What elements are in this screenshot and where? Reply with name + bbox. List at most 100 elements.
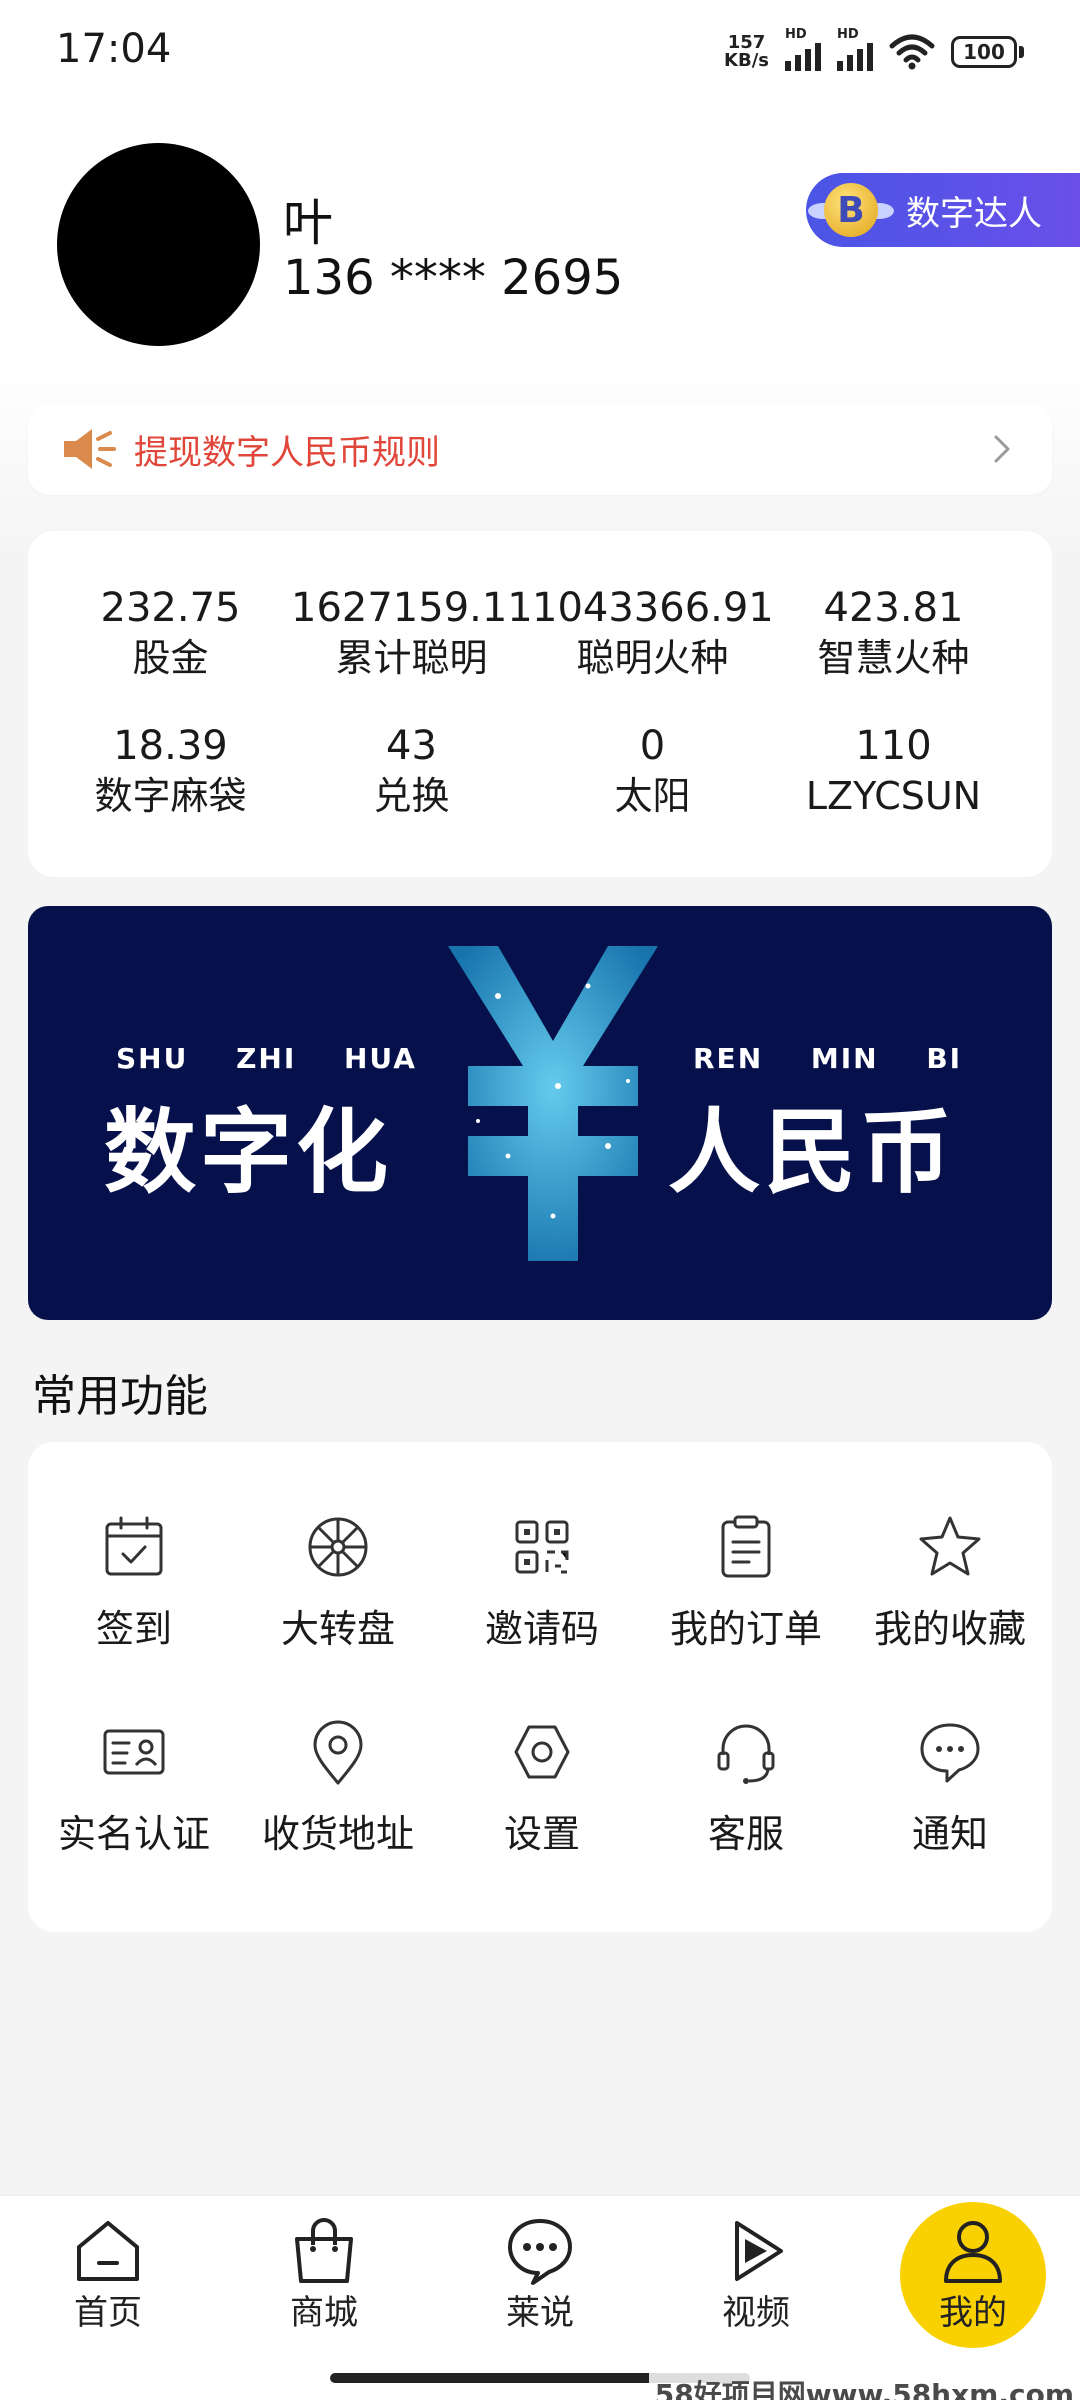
stat-label: LZYCSUN xyxy=(805,774,982,818)
level-badge[interactable]: B 数字达人 xyxy=(806,173,1080,247)
user-phone: 136 **** 2695 xyxy=(283,250,624,306)
stat-item[interactable]: 232.75 股金 xyxy=(50,583,291,683)
function-label: 客服 xyxy=(707,1812,784,1856)
stat-item[interactable]: 110 LZYCSUN xyxy=(773,721,1014,821)
network-speed-unit: KB/s xyxy=(724,50,769,71)
function-label: 邀请码 xyxy=(484,1607,599,1651)
signal-icon: HD xyxy=(785,27,821,71)
user-name: 叶 xyxy=(283,194,333,252)
signal-hd-label: HD xyxy=(837,27,859,42)
banner-right-title: 人民币 xyxy=(668,1099,957,1206)
avatar[interactable] xyxy=(57,143,260,346)
signal-hd-label: HD xyxy=(785,27,807,42)
stat-item[interactable]: 18.39 数字麻袋 xyxy=(50,721,291,821)
stat-value: 110 xyxy=(855,723,932,769)
badge-label: 数字达人 xyxy=(906,193,1042,234)
id-card-icon xyxy=(103,1729,165,1775)
stat-label: 股金 xyxy=(132,636,209,680)
function-label: 实名认证 xyxy=(57,1812,210,1856)
function-label: 我的订单 xyxy=(669,1607,822,1651)
chat-icon xyxy=(508,2219,572,2285)
home-icon xyxy=(77,2221,139,2281)
asset-stats-grid: 232.75 股金 1627159.11 累计聪明 1043366.91 聪明火种 4… xyxy=(50,583,1014,821)
withdraw-rules-notice[interactable]: 提现数字人民币规则 xyxy=(28,403,1052,495)
nav-mine[interactable]: 我的 xyxy=(903,2215,1043,2334)
banner-left-title: 数字化 xyxy=(104,1099,393,1206)
headset-icon xyxy=(717,1724,775,1784)
function-settings[interactable]: 设置 xyxy=(440,1715,644,1858)
user-icon xyxy=(944,2221,1002,2283)
stat-label: 数字麻袋 xyxy=(94,774,247,818)
function-label: 我的收藏 xyxy=(873,1607,1026,1651)
stat-item[interactable]: 0 太阳 xyxy=(532,721,773,821)
stat-item[interactable]: 1043366.91 聪明火种 xyxy=(532,583,774,683)
chevron-right-icon xyxy=(994,435,1010,463)
stat-label: 累计聪明 xyxy=(335,636,488,680)
stat-value: 423.81 xyxy=(823,585,964,631)
stat-value: 18.39 xyxy=(113,723,228,769)
stat-value: 232.75 xyxy=(100,585,241,631)
nav-label: 我的 xyxy=(939,2293,1007,2333)
function-wheel[interactable]: 大转盘 xyxy=(236,1510,440,1653)
stat-item[interactable]: 423.81 智慧火种 xyxy=(773,583,1014,683)
stat-label: 兑换 xyxy=(373,774,450,818)
speaker-icon xyxy=(64,429,116,469)
function-customer-service[interactable]: 客服 xyxy=(644,1715,848,1858)
battery-level: 100 xyxy=(951,36,1017,68)
function-my-orders[interactable]: 我的订单 xyxy=(644,1510,848,1653)
common-functions-panel: 签到 大转盘 邀请码 我的订单 我的收藏 实名认证 收货地址 设置 客服 通知 xyxy=(28,1442,1052,1932)
hexagon-settings-icon xyxy=(514,1725,570,1779)
banner-left-pinyin: SHU ZHI HUA xyxy=(116,1042,417,1075)
wheel-icon xyxy=(308,1517,368,1577)
common-functions-grid: 签到 大转盘 邀请码 我的订单 我的收藏 实名认证 收货地址 设置 客服 通知 xyxy=(32,1510,1052,1858)
chat-bubble-icon xyxy=(920,1723,980,1783)
nav-home[interactable]: 首页 xyxy=(38,2215,178,2334)
nav-talk[interactable]: 莱说 xyxy=(470,2215,610,2334)
stat-value: 1627159.11 xyxy=(291,585,533,631)
function-real-name[interactable]: 实名认证 xyxy=(32,1715,236,1858)
nav-label: 商城 xyxy=(290,2293,358,2333)
coin-emblem-icon: B xyxy=(806,173,896,247)
nav-label: 视频 xyxy=(722,2293,790,2333)
nav-video[interactable]: 视频 xyxy=(686,2215,826,2334)
function-sign-in[interactable]: 签到 xyxy=(32,1510,236,1653)
nav-label: 首页 xyxy=(74,2293,142,2333)
function-address[interactable]: 收货地址 xyxy=(236,1715,440,1858)
battery-icon: 100 xyxy=(951,36,1024,68)
function-my-favorites[interactable]: 我的收藏 xyxy=(848,1510,1052,1653)
stat-value: 1043366.91 xyxy=(532,585,774,631)
banner-right-pinyin: REN MIN BI xyxy=(693,1042,963,1075)
qr-code-icon xyxy=(515,1520,569,1574)
function-label: 签到 xyxy=(95,1607,172,1651)
coin-letter: B xyxy=(824,183,878,237)
function-label: 通知 xyxy=(911,1812,988,1856)
clipboard-icon xyxy=(721,1515,771,1578)
nav-label: 莱说 xyxy=(506,2293,574,2333)
nav-mall[interactable]: 商城 xyxy=(254,2215,394,2334)
function-label: 设置 xyxy=(503,1812,580,1856)
location-pin-icon xyxy=(313,1720,363,1785)
network-speed: 157 KB/s xyxy=(724,34,769,70)
function-notifications[interactable]: 通知 xyxy=(848,1715,1052,1858)
stat-item[interactable]: 1627159.11 累计聪明 xyxy=(291,583,533,683)
stat-label: 太阳 xyxy=(614,774,691,818)
play-icon xyxy=(735,2221,783,2281)
notice-text: 提现数字人民币规则 xyxy=(134,432,440,473)
stat-item[interactable]: 43 兑换 xyxy=(291,721,532,821)
status-bar: 17:04 157 KB/s HD HD 100 xyxy=(0,0,1080,100)
stat-label: 智慧火种 xyxy=(817,636,970,680)
function-label: 收货地址 xyxy=(261,1812,414,1856)
function-label: 大转盘 xyxy=(280,1607,395,1651)
section-title: 常用功能 xyxy=(32,1371,208,1422)
yen-symbol-icon xyxy=(448,946,658,1261)
shopping-bag-icon xyxy=(295,2218,353,2283)
status-icons: 157 KB/s HD HD 100 xyxy=(724,27,1024,74)
stat-label: 聪明火种 xyxy=(576,636,729,680)
wifi-icon xyxy=(889,34,935,70)
stat-value: 0 xyxy=(639,723,666,769)
status-time: 17:04 xyxy=(56,26,172,72)
digital-rmb-banner[interactable]: SHU ZHI HUA 数字化 REN MIN BI 人民币 xyxy=(28,906,1052,1320)
function-invite-code[interactable]: 邀请码 xyxy=(440,1510,644,1653)
stat-value: 43 xyxy=(386,723,437,769)
signal-icon: HD xyxy=(837,27,873,71)
